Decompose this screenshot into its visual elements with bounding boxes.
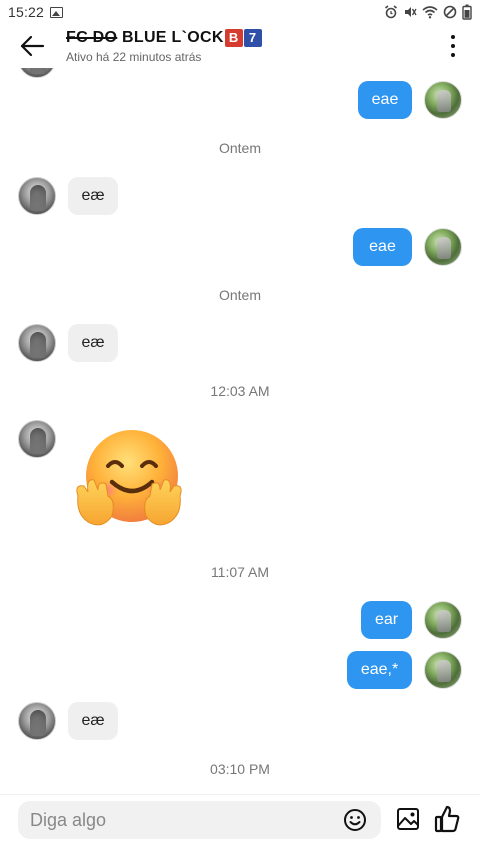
message-input-container[interactable] (18, 801, 381, 839)
chat-title-block[interactable]: FC DO BLUE L`OCK B 7 Ativo há 22 minutos… (66, 28, 262, 64)
chat-title-text: FC DO BLUE L`OCK (66, 29, 224, 47)
avatar[interactable] (424, 81, 462, 119)
back-arrow-icon (20, 35, 45, 57)
chat-header: FC DO BLUE L`OCK B 7 Ativo há 22 minutos… (0, 24, 480, 68)
alarm-icon (385, 5, 397, 19)
chat-title-struck: FC DO (66, 28, 118, 46)
image-icon[interactable] (396, 807, 420, 831)
time-separator: 03:10 PM (210, 761, 270, 777)
status-icons (384, 4, 472, 20)
message-list[interactable]: eae Ontem eæ eae Ontem eæ 12:03 AM 11:07… (0, 68, 480, 794)
battery-icon (462, 4, 472, 20)
incoming-message[interactable]: eæ (68, 177, 118, 215)
message-input[interactable] (18, 809, 318, 831)
avatar[interactable] (18, 420, 56, 458)
avatar[interactable] (18, 324, 56, 362)
outgoing-message[interactable]: ear (361, 601, 412, 639)
avatar[interactable] (424, 601, 462, 639)
back-button[interactable] (14, 28, 50, 64)
block-icon (443, 5, 457, 19)
avatar[interactable] (18, 702, 56, 740)
time-separator: Ontem (218, 140, 261, 156)
outgoing-message[interactable]: eae (358, 81, 412, 119)
hugging-face-emoji[interactable] (72, 426, 186, 534)
like-icon[interactable] (434, 805, 460, 833)
chat-title-rest: BLUE L`OCK (117, 28, 224, 46)
time-separator: 11:07 AM (210, 564, 270, 580)
incoming-message[interactable]: eæ (68, 702, 118, 740)
badge-7: 7 (243, 28, 262, 47)
chat-title: FC DO BLUE L`OCK B 7 (66, 28, 262, 47)
active-status: Ativo há 22 minutos atrás (66, 49, 202, 64)
outgoing-message[interactable]: eae (353, 228, 412, 266)
badge-b: B (224, 28, 243, 47)
wifi-icon (422, 6, 438, 19)
avatar[interactable] (424, 651, 462, 689)
time-separator: 12:03 AM (210, 383, 270, 399)
mute-icon (405, 7, 417, 17)
avatar[interactable] (18, 68, 56, 78)
more-vertical-icon (451, 35, 455, 39)
incoming-message[interactable]: eæ (68, 324, 118, 362)
more-options-button[interactable] (446, 32, 460, 60)
avatar[interactable] (18, 177, 56, 215)
status-bar: 15:22 (0, 0, 480, 24)
emoji-icon[interactable] (343, 808, 367, 832)
message-composer (0, 794, 480, 854)
avatar[interactable] (424, 228, 462, 266)
status-time: 15:22 (8, 4, 45, 20)
outgoing-message[interactable]: eae,* (347, 651, 412, 689)
time-separator: Ontem (218, 287, 261, 303)
gallery-notification-icon (50, 6, 64, 18)
